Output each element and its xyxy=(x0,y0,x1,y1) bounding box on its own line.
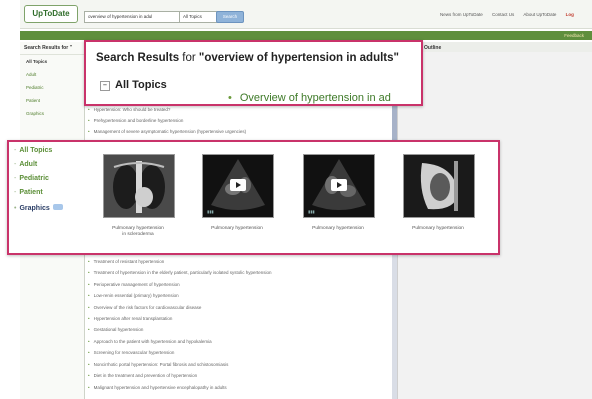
play-icon[interactable] xyxy=(230,179,246,191)
search-results-title: Search Results for "overview of hyperten… xyxy=(96,52,399,64)
about-link[interactable]: About UpToDate xyxy=(523,12,556,17)
filter-all-topics[interactable]: - All Topics xyxy=(14,147,52,154)
collapse-icon[interactable]: – xyxy=(100,81,110,91)
outline-header: Outline xyxy=(398,42,592,52)
all-topics-label: All Topics xyxy=(115,79,167,91)
thumbnail-caption[interactable]: Pulmonary hypertension xyxy=(202,226,272,232)
svg-text:▮▮▮: ▮▮▮ xyxy=(308,209,315,214)
filter-pediatric[interactable]: - Pediatric xyxy=(14,175,49,182)
thumbnail-caption[interactable]: Pulmonary hypertension in scleroderma xyxy=(103,226,173,238)
thumbnail-caption[interactable]: Pulmonary hypertension xyxy=(403,226,473,232)
dash-icon: - xyxy=(14,161,17,168)
filter-patient[interactable]: Patient xyxy=(20,94,84,107)
graphic-video-thumbnail[interactable]: ▮▮▮ xyxy=(303,154,375,218)
first-result-label: Overview of hypertension in ad xyxy=(239,92,391,104)
result-link[interactable]: Malignant hypertension and hypertensive … xyxy=(88,385,227,390)
filter-adult[interactable]: - Adult xyxy=(14,161,37,168)
svg-text:▮▮▮: ▮▮▮ xyxy=(207,209,214,214)
log-link[interactable]: Log xyxy=(566,12,574,17)
dash-icon: - xyxy=(14,147,17,154)
result-link[interactable]: Noncirrhotic portal hypertension: Portal… xyxy=(88,362,229,367)
title-bold: Search Results xyxy=(96,52,180,64)
result-link[interactable]: Treatment of hypertension in the elderly… xyxy=(88,270,272,275)
filter-label: All Topics xyxy=(19,147,53,154)
contact-link[interactable]: Contact Us xyxy=(492,12,514,17)
count-badge xyxy=(52,204,63,210)
filter-adult[interactable]: Adult xyxy=(20,68,84,81)
filter-label: Pediatric xyxy=(19,175,49,182)
result-link[interactable]: Diet in the treatment and prevention of … xyxy=(88,373,198,378)
bullet-icon: • xyxy=(228,92,232,104)
chest-xray-image xyxy=(104,155,174,217)
result-link[interactable]: Hypertension after renal transplantation xyxy=(88,316,173,321)
topic-scope-select[interactable]: All Topics xyxy=(179,11,218,23)
first-result-link[interactable]: • Overview of hypertension in ad xyxy=(228,92,391,104)
news-link[interactable]: News from UpToDate xyxy=(440,12,483,17)
filter-label: Graphics xyxy=(19,205,50,212)
filter-graphics[interactable]: • Graphics xyxy=(14,204,63,212)
result-link[interactable]: Low-renin essential (primary) hypertensi… xyxy=(88,293,179,298)
result-link[interactable]: Treatment of resistant hypertension xyxy=(88,259,165,264)
top-links: News from UpToDate Contact Us About UpTo… xyxy=(440,12,582,17)
graphics-thumbnail-grid: ▮▮▮ ▮▮▮ Pulmonary hypertension in sclero… xyxy=(89,142,494,253)
filter-pediatric[interactable]: Pediatric xyxy=(20,81,84,94)
search-button[interactable]: Search xyxy=(216,11,244,23)
filter-graphics[interactable]: Graphics xyxy=(20,107,84,120)
filter-label: Patient xyxy=(19,189,43,196)
all-topics-heading[interactable]: – All Topics xyxy=(100,79,167,91)
graphic-thumbnail[interactable] xyxy=(103,154,175,218)
play-icon[interactable] xyxy=(331,179,347,191)
caption-line: Pulmonary hypertension xyxy=(412,226,464,231)
caption-line: Pulmonary hypertension xyxy=(312,226,364,231)
zoom-callout-graphics: - All Topics - Adult - Pediatric - Patient •… xyxy=(7,140,500,255)
caption-line: in scleroderma xyxy=(122,232,154,237)
graphic-thumbnail[interactable] xyxy=(403,154,475,218)
search-input[interactable]: overview of hypertension in adul xyxy=(84,11,181,23)
result-link[interactable]: Approach to the patient with hypertensio… xyxy=(88,339,212,344)
bullet-icon: • xyxy=(14,205,17,212)
feedback-link[interactable]: Feedback xyxy=(560,31,588,40)
result-link[interactable]: Overview of the risk factors for cardiov… xyxy=(88,305,202,310)
uptodate-logo[interactable]: UpToDate xyxy=(24,5,78,23)
dash-icon: - xyxy=(14,189,17,196)
main-nav-bar: New Search Patient Info What's New Calcu… xyxy=(20,31,592,45)
result-link[interactable]: Hypertension: Who should be treated? xyxy=(88,107,171,112)
result-link[interactable]: Gestational hypertension xyxy=(88,327,144,332)
left-header: Search Results for " xyxy=(20,42,84,55)
caption-line: Pulmonary hypertension xyxy=(211,226,263,231)
zoom-callout-search-header: Search Results for "overview of hyperten… xyxy=(84,40,423,106)
lateral-xray-image xyxy=(404,155,474,217)
dash-icon: - xyxy=(14,175,17,182)
filter-patient[interactable]: - Patient xyxy=(14,189,43,196)
result-link[interactable]: Perioperative management of hypertension xyxy=(88,282,180,287)
graphic-video-thumbnail[interactable]: ▮▮▮ xyxy=(202,154,274,218)
result-link[interactable]: Management of severe asymptomatic hypert… xyxy=(88,129,247,134)
title-for: for xyxy=(179,52,199,64)
filter-label: Adult xyxy=(19,161,38,168)
title-query: "overview of hypertension in adults" xyxy=(198,52,399,64)
filter-all-topics[interactable]: All Topics xyxy=(20,55,84,68)
graphics-filter-nav: - All Topics - Adult - Pediatric - Patient •… xyxy=(9,142,81,253)
result-link[interactable]: Prehypertension and borderline hypertens… xyxy=(88,118,184,123)
thumbnail-caption[interactable]: Pulmonary hypertension xyxy=(303,226,373,232)
result-link[interactable]: Screening for renovascular hypertension xyxy=(88,350,175,355)
